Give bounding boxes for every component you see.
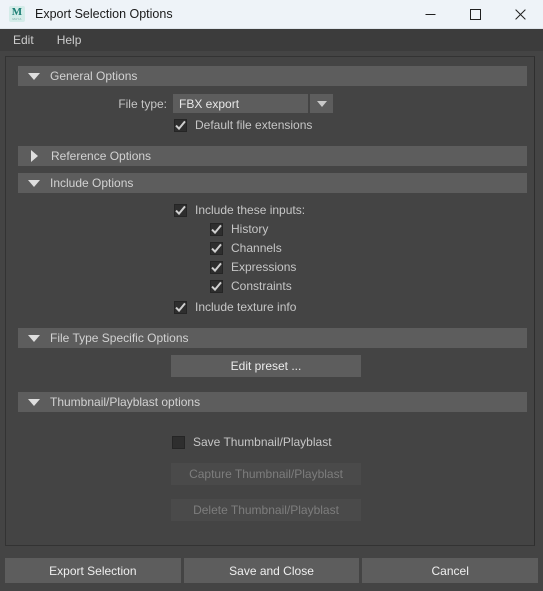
triangle-down-icon	[28, 398, 40, 406]
dialog-button-bar: Export Selection Save and Close Cancel	[0, 555, 543, 591]
checkbox-indicator	[210, 260, 223, 274]
triangle-right-icon	[31, 150, 38, 162]
section-header-thumbnail-playblast-options[interactable]: Thumbnail/Playblast options	[18, 392, 527, 412]
include-expressions-label: Expressions	[231, 260, 297, 274]
menubar: Edit Help	[0, 29, 543, 51]
include-expressions-checkbox[interactable]: Expressions	[210, 260, 296, 274]
include-history-checkbox[interactable]: History	[210, 222, 268, 236]
minimize-icon	[425, 13, 436, 15]
section-title-general-options: General Options	[50, 69, 138, 83]
checkmark-icon	[175, 120, 186, 130]
include-these-inputs-checkbox[interactable]: Include these inputs:	[174, 203, 305, 217]
checkbox-indicator	[174, 300, 187, 314]
chevron-down-icon[interactable]	[310, 94, 333, 113]
section-title-thumbnail-playblast-options: Thumbnail/Playblast options	[50, 395, 201, 409]
file-type-row: File type: FBX export	[7, 94, 516, 113]
section-title-reference-options: Reference Options	[51, 149, 152, 163]
window-titlebar: M MAYA Export Selection Options	[0, 0, 543, 29]
default-file-extensions-checkbox[interactable]: Default file extensions	[174, 118, 312, 132]
include-constraints-label: Constraints	[231, 279, 292, 293]
checkmark-icon	[211, 262, 222, 272]
checkmark-icon	[175, 205, 186, 215]
triangle-down-icon	[28, 179, 40, 187]
checkbox-indicator	[210, 222, 223, 236]
maximize-button[interactable]	[453, 0, 498, 29]
save-and-close-button[interactable]: Save and Close	[183, 558, 360, 583]
section-header-include-options[interactable]: Include Options	[18, 173, 527, 193]
maya-m-icon: M MAYA	[9, 6, 25, 22]
file-type-value: FBX export	[173, 94, 308, 113]
checkbox-indicator	[174, 203, 187, 217]
include-channels-label: Channels	[231, 241, 282, 255]
include-history-label: History	[231, 222, 269, 236]
delete-thumbnail-playblast-button[interactable]: Delete Thumbnail/Playblast	[171, 499, 361, 521]
close-button[interactable]	[498, 0, 543, 29]
include-these-inputs-label: Include these inputs:	[195, 203, 306, 217]
checkbox-indicator	[210, 279, 223, 293]
window-controls	[408, 0, 543, 29]
save-thumbnail-playblast-checkbox[interactable]: Save Thumbnail/Playblast	[172, 435, 332, 449]
checkmark-icon	[211, 281, 222, 291]
save-thumbnail-playblast-label: Save Thumbnail/Playblast	[193, 435, 332, 449]
section-header-file-type-specific-options[interactable]: File Type Specific Options	[18, 328, 527, 348]
include-texture-info-label: Include texture info	[195, 300, 297, 314]
include-channels-checkbox[interactable]: Channels	[210, 241, 282, 255]
edit-preset-button[interactable]: Edit preset ...	[171, 355, 361, 377]
minimize-button[interactable]	[408, 0, 453, 29]
include-constraints-checkbox[interactable]: Constraints	[210, 279, 292, 293]
file-type-label: File type:	[118, 96, 167, 111]
options-content: General Options File type: FBX export De…	[7, 58, 533, 544]
cancel-button[interactable]: Cancel	[362, 558, 539, 583]
options-scroll-frame: General Options File type: FBX export De…	[5, 56, 535, 546]
section-title-file-type-specific-options: File Type Specific Options	[50, 331, 189, 345]
close-icon	[515, 8, 526, 20]
maximize-icon	[470, 8, 481, 20]
checkmark-icon	[211, 243, 222, 253]
section-header-reference-options[interactable]: Reference Options	[18, 146, 527, 166]
triangle-down-icon	[28, 72, 40, 80]
maya-icon-sublabel: MAYA	[12, 17, 22, 21]
section-title-include-options: Include Options	[50, 176, 134, 190]
checkbox-indicator	[210, 241, 223, 255]
window-title: Export Selection Options	[35, 7, 173, 21]
checkmark-icon	[175, 302, 186, 312]
checkbox-indicator	[174, 118, 187, 132]
include-texture-info-checkbox[interactable]: Include texture info	[174, 300, 296, 314]
file-type-dropdown[interactable]: FBX export	[173, 94, 333, 113]
checkmark-icon	[211, 224, 222, 234]
export-selection-button[interactable]: Export Selection	[5, 558, 181, 583]
default-file-extensions-label: Default file extensions	[195, 118, 313, 132]
menu-item-edit[interactable]: Edit	[8, 31, 43, 50]
menu-item-help[interactable]: Help	[52, 31, 91, 50]
section-header-general-options[interactable]: General Options	[18, 66, 527, 86]
checkbox-indicator	[172, 435, 185, 449]
capture-thumbnail-playblast-button[interactable]: Capture Thumbnail/Playblast	[171, 463, 361, 485]
triangle-down-icon	[28, 334, 40, 342]
